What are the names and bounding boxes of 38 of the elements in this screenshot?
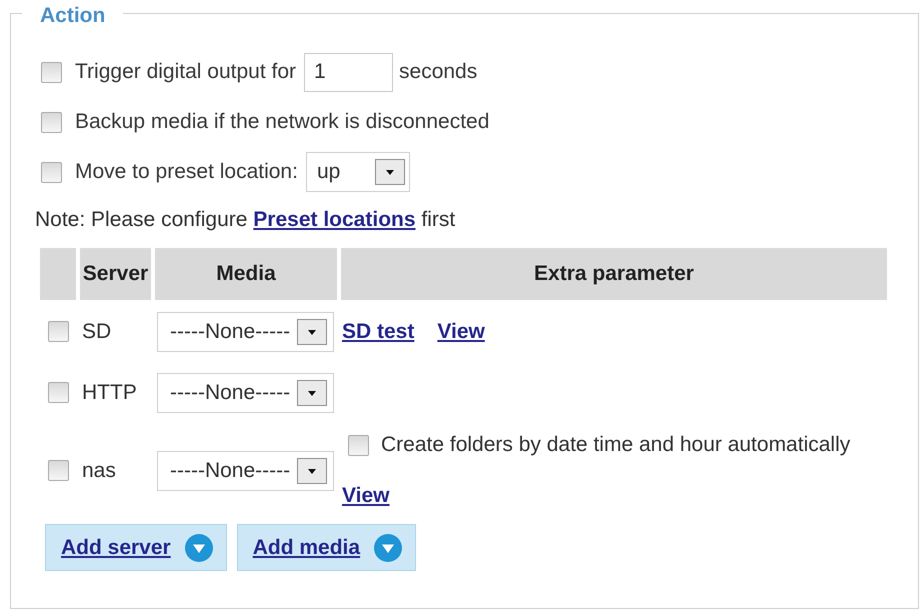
- checkbox[interactable]: [48, 460, 68, 481]
- add-button[interactable]: Add media: [236, 524, 416, 571]
- media-select[interactable]: -----None-----: [157, 450, 334, 490]
- caret-circle-icon: [184, 534, 213, 562]
- extra-link[interactable]: View: [342, 484, 390, 508]
- checkbox[interactable]: [41, 162, 62, 182]
- extra-link[interactable]: SD test: [342, 320, 414, 344]
- preset-locations-link[interactable]: Preset locations: [253, 208, 416, 231]
- add-button[interactable]: Add server: [45, 524, 227, 571]
- checkbox[interactable]: [348, 434, 369, 456]
- checkbox-label: Create folders by date time and hour automatically: [381, 433, 850, 457]
- checkbox-label: Backup media if the network is disconnected: [75, 110, 490, 134]
- caret-down-icon: [374, 159, 405, 185]
- caret-down-icon: [297, 380, 327, 406]
- column-header: Extra parameter: [341, 248, 887, 300]
- checkbox[interactable]: [41, 62, 62, 82]
- preset-select[interactable]: up: [306, 152, 410, 192]
- note-text: Note: Please configure Preset locations first: [35, 208, 456, 232]
- section-legend: Action: [40, 4, 106, 27]
- extra-link[interactable]: View: [437, 320, 485, 344]
- server-name: SD: [82, 320, 112, 343]
- caret-down-icon: [297, 458, 327, 484]
- server-name: nas: [82, 458, 116, 482]
- column-header: Server: [80, 248, 151, 300]
- media-select[interactable]: -----None-----: [157, 372, 334, 412]
- unit-label: seconds: [399, 60, 478, 84]
- caret-down-icon: [297, 318, 327, 344]
- column-header: Media: [155, 248, 337, 300]
- checkbox-label: Move to preset location:: [75, 160, 298, 184]
- checkbox[interactable]: [41, 112, 62, 132]
- checkbox-label: Trigger digital output for: [75, 60, 296, 84]
- header-cell: [40, 248, 76, 300]
- media-select[interactable]: -----None-----: [157, 312, 334, 352]
- caret-circle-icon: [374, 534, 402, 562]
- checkbox[interactable]: [48, 321, 68, 342]
- server-name: HTTP: [82, 380, 137, 404]
- duration-input[interactable]: 1: [304, 52, 394, 92]
- checkbox[interactable]: [48, 382, 68, 403]
